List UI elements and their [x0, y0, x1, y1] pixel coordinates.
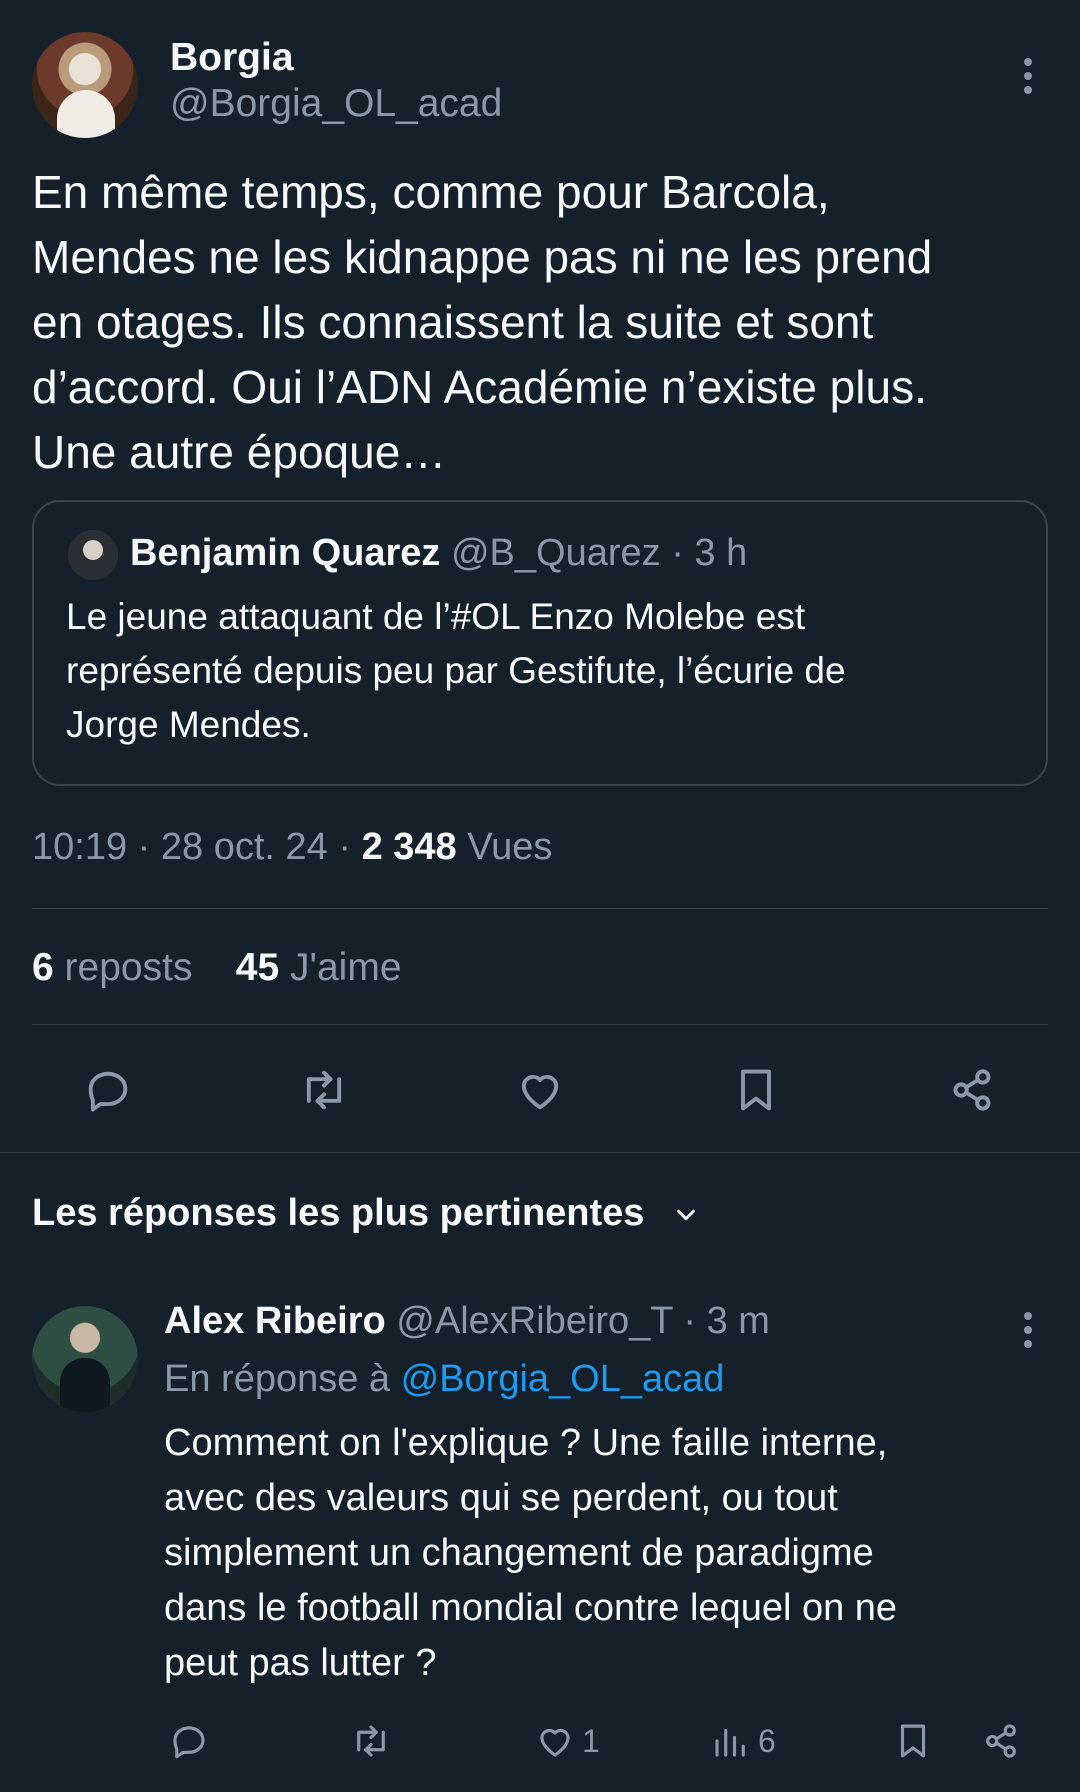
- reply-to-prefix: En réponse à: [164, 1358, 391, 1400]
- reply-author-name[interactable]: Alex Ribeiro: [164, 1300, 386, 1342]
- repost-icon[interactable]: [294, 1060, 354, 1120]
- like-icon[interactable]: [510, 1060, 570, 1120]
- reply-share-button[interactable]: [980, 1716, 1022, 1766]
- share-icon: [986, 1724, 1016, 1758]
- reply-header: Alex Ribeiro @AlexRibeiro_T · 3 m: [164, 1300, 770, 1343]
- tweet-detail-page: Borgia @Borgia_OL_acad En même temps, co…: [0, 0, 1080, 1792]
- tweet-author-row: Borgia @Borgia_OL_acad: [32, 32, 1048, 140]
- author-name[interactable]: Borgia: [170, 36, 294, 80]
- chevron-down-icon: [677, 1209, 695, 1221]
- quote-author-name: Benjamin Quarez: [130, 532, 441, 574]
- tweet-action-bar: [0, 1060, 1080, 1120]
- meta-separator: ·: [338, 826, 351, 868]
- reposts-label: reposts: [64, 946, 193, 989]
- reposts-stat[interactable]: 6 reposts: [32, 946, 192, 989]
- tweet-time: 10:19: [32, 826, 128, 868]
- views-label: Vues: [467, 826, 553, 868]
- reply-text: Comment on l'explique ? Une faille inter…: [164, 1422, 898, 1684]
- tweet-date: 28 oct. 24: [160, 826, 328, 868]
- engagement-stats: 6 reposts 45 J'aime: [32, 946, 402, 990]
- avatar[interactable]: [32, 32, 138, 138]
- bookmark-icon: [900, 1724, 926, 1758]
- share-icon[interactable]: [942, 1060, 1002, 1120]
- reply-avatar[interactable]: [32, 1306, 138, 1412]
- quote-text: Le jeune attaquant de l’#OL Enzo Molebe …: [66, 596, 846, 745]
- quote-avatar: [68, 530, 118, 580]
- reply-like-button[interactable]: 1: [534, 1716, 600, 1766]
- replies-sort-dropdown[interactable]: Les réponses les plus pertinentes: [32, 1192, 701, 1235]
- reply-views-button[interactable]: 6: [710, 1716, 776, 1766]
- reply-reply-button[interactable]: [168, 1716, 210, 1766]
- reply-views-count: 6: [758, 1722, 776, 1759]
- likes-stat[interactable]: 45 J'aime: [236, 946, 402, 989]
- reply-repost-button[interactable]: [350, 1716, 392, 1766]
- repost-icon: [357, 1725, 385, 1757]
- reply-like-count: 1: [582, 1722, 600, 1759]
- reposts-count: 6: [32, 946, 54, 989]
- quoted-tweet[interactable]: Benjamin Quarez @B_Quarez · 3 h Le jeune…: [32, 500, 1048, 786]
- reply-to-line: En réponse à @Borgia_OL_acad: [164, 1358, 724, 1401]
- reply-action-bar: 1 6: [0, 1716, 1080, 1766]
- reply-icon: [173, 1726, 205, 1759]
- more-options-icon[interactable]: [1008, 52, 1048, 112]
- reply-to-handle-link[interactable]: @Borgia_OL_acad: [401, 1358, 725, 1400]
- likes-label: J'aime: [290, 946, 402, 989]
- quote-author-handle: @B_Quarez: [450, 532, 661, 574]
- quote-time: · 3 h: [671, 532, 748, 574]
- tweet-meta: 10:19 · 28 oct. 24 · 2 348 Vues: [32, 826, 552, 869]
- tweet-text: En même temps, comme pour Barcola, Mende…: [32, 166, 933, 478]
- section-divider: [0, 1152, 1080, 1153]
- like-icon: [540, 1728, 570, 1757]
- divider: [32, 908, 1048, 909]
- reply-author-handle[interactable]: @AlexRibeiro_T: [396, 1300, 673, 1342]
- meta-separator: ·: [137, 826, 151, 868]
- views-count: 2 348: [361, 826, 457, 868]
- author-handle[interactable]: @Borgia_OL_acad: [170, 82, 502, 126]
- reply-icon[interactable]: [78, 1060, 138, 1120]
- divider: [32, 1024, 1048, 1025]
- reply-time: · 3 m: [683, 1300, 770, 1342]
- reply-bookmark-button[interactable]: [892, 1716, 934, 1766]
- reply-more-options-icon[interactable]: [1008, 1306, 1048, 1366]
- bookmark-icon[interactable]: [726, 1060, 786, 1120]
- likes-count: 45: [235, 946, 280, 989]
- views-icon: [715, 1728, 745, 1757]
- replies-sort-label: Les réponses les plus pertinentes: [32, 1192, 645, 1234]
- quote-header: Benjamin Quarez @B_Quarez · 3 h: [130, 532, 747, 575]
